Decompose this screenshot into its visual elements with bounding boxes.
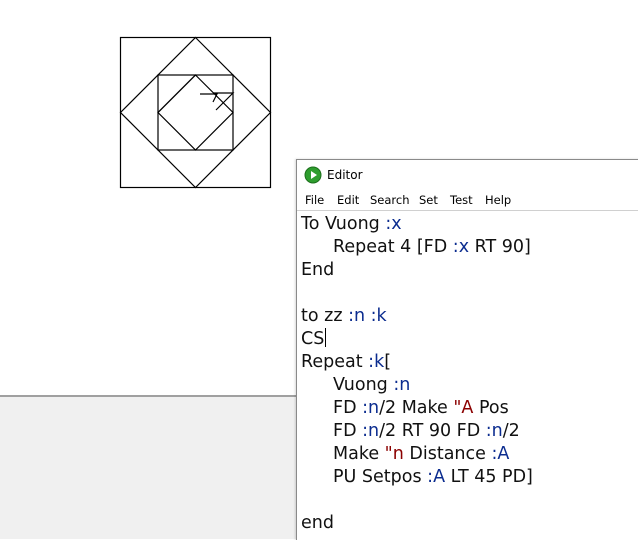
code-line: To Vuong :x <box>301 214 402 234</box>
code-line: Vuong :n <box>333 375 411 395</box>
code-line: end <box>301 513 334 533</box>
menu-help[interactable]: Help <box>485 193 511 207</box>
code-line: Repeat :k[ <box>301 352 392 372</box>
diamond-1 <box>119 36 272 189</box>
editor-titlebar[interactable]: Editor <box>297 160 638 190</box>
menu-bar: File Edit Search Set Test Help <box>297 190 638 211</box>
spiral-segment-3 <box>157 74 196 113</box>
code-editor[interactable]: To Vuong :x Repeat 4 [FD :x RT 90] End t… <box>301 213 638 535</box>
code-line: Repeat 4 [FD :x RT 90] <box>333 237 531 257</box>
code-line: End <box>301 260 335 280</box>
code-line: to zz :n :k <box>301 306 387 326</box>
inner-square <box>157 74 234 151</box>
outer-square <box>119 36 272 189</box>
diamond-2 <box>157 74 234 151</box>
menu-search[interactable]: Search <box>370 193 410 207</box>
editor-window[interactable]: Editor File Edit Search Set Test Help To… <box>296 159 638 540</box>
menu-test[interactable]: Test <box>450 193 473 207</box>
code-line: FD :n/2 Make "A Pos <box>333 398 509 418</box>
editor-title: Editor <box>327 168 363 182</box>
play-icon <box>304 166 322 188</box>
code-line: FD :n/2 RT 90 FD :n/2 <box>333 421 520 441</box>
code-line: Make "n Distance :A <box>333 444 510 464</box>
code-line: CS <box>301 328 327 349</box>
spiral-segment-2 <box>200 93 218 103</box>
code-line: PU Setpos :A LT 45 PD] <box>333 467 533 487</box>
menu-file[interactable]: File <box>305 193 324 207</box>
menu-edit[interactable]: Edit <box>337 193 359 207</box>
menu-set[interactable]: Set <box>419 193 438 207</box>
text-caret <box>325 328 327 347</box>
